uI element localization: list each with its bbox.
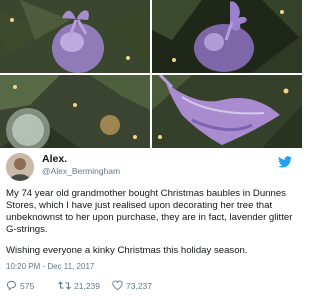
reply-action[interactable]: 575 (6, 280, 34, 291)
tweet-paragraph-1: My 74 year old grandmother bought Christ… (6, 188, 293, 235)
retweet-action[interactable]: 21,239 (58, 280, 100, 291)
tweet-paragraph-2: Wishing everyone a kinky Christmas this … (6, 245, 248, 256)
photo-gstring[interactable] (152, 75, 302, 148)
reply-icon[interactable] (6, 280, 17, 291)
tweet-author: Alex. @Alex_Bermingham (6, 153, 294, 181)
photo-bauble-2[interactable] (152, 0, 302, 73)
tweet-timestamp[interactable]: 10:20 PM - Dec 11, 2017 (6, 262, 94, 271)
twitter-bird-icon[interactable] (278, 155, 292, 168)
photo-grid (0, 0, 302, 148)
author-name[interactable]: Alex. (42, 153, 67, 165)
tweet-actions: 575 21,239 73,237 (6, 280, 296, 294)
tweet-card: Alex. @Alex_Bermingham My 74 year old gr… (0, 0, 302, 296)
reply-count: 575 (20, 280, 35, 291)
avatar[interactable] (6, 153, 34, 181)
photo-bauble-3[interactable] (0, 75, 150, 148)
like-action[interactable]: 73,237 (112, 280, 152, 291)
retweet-icon[interactable] (58, 280, 71, 291)
like-count: 73,237 (126, 280, 152, 291)
like-icon[interactable] (112, 280, 123, 291)
tweet-text: My 74 year old grandmother bought Christ… (6, 188, 296, 257)
retweet-count: 21,239 (74, 280, 100, 291)
author-handle[interactable]: @Alex_Bermingham (42, 166, 120, 176)
photo-bauble-1[interactable] (0, 0, 150, 73)
